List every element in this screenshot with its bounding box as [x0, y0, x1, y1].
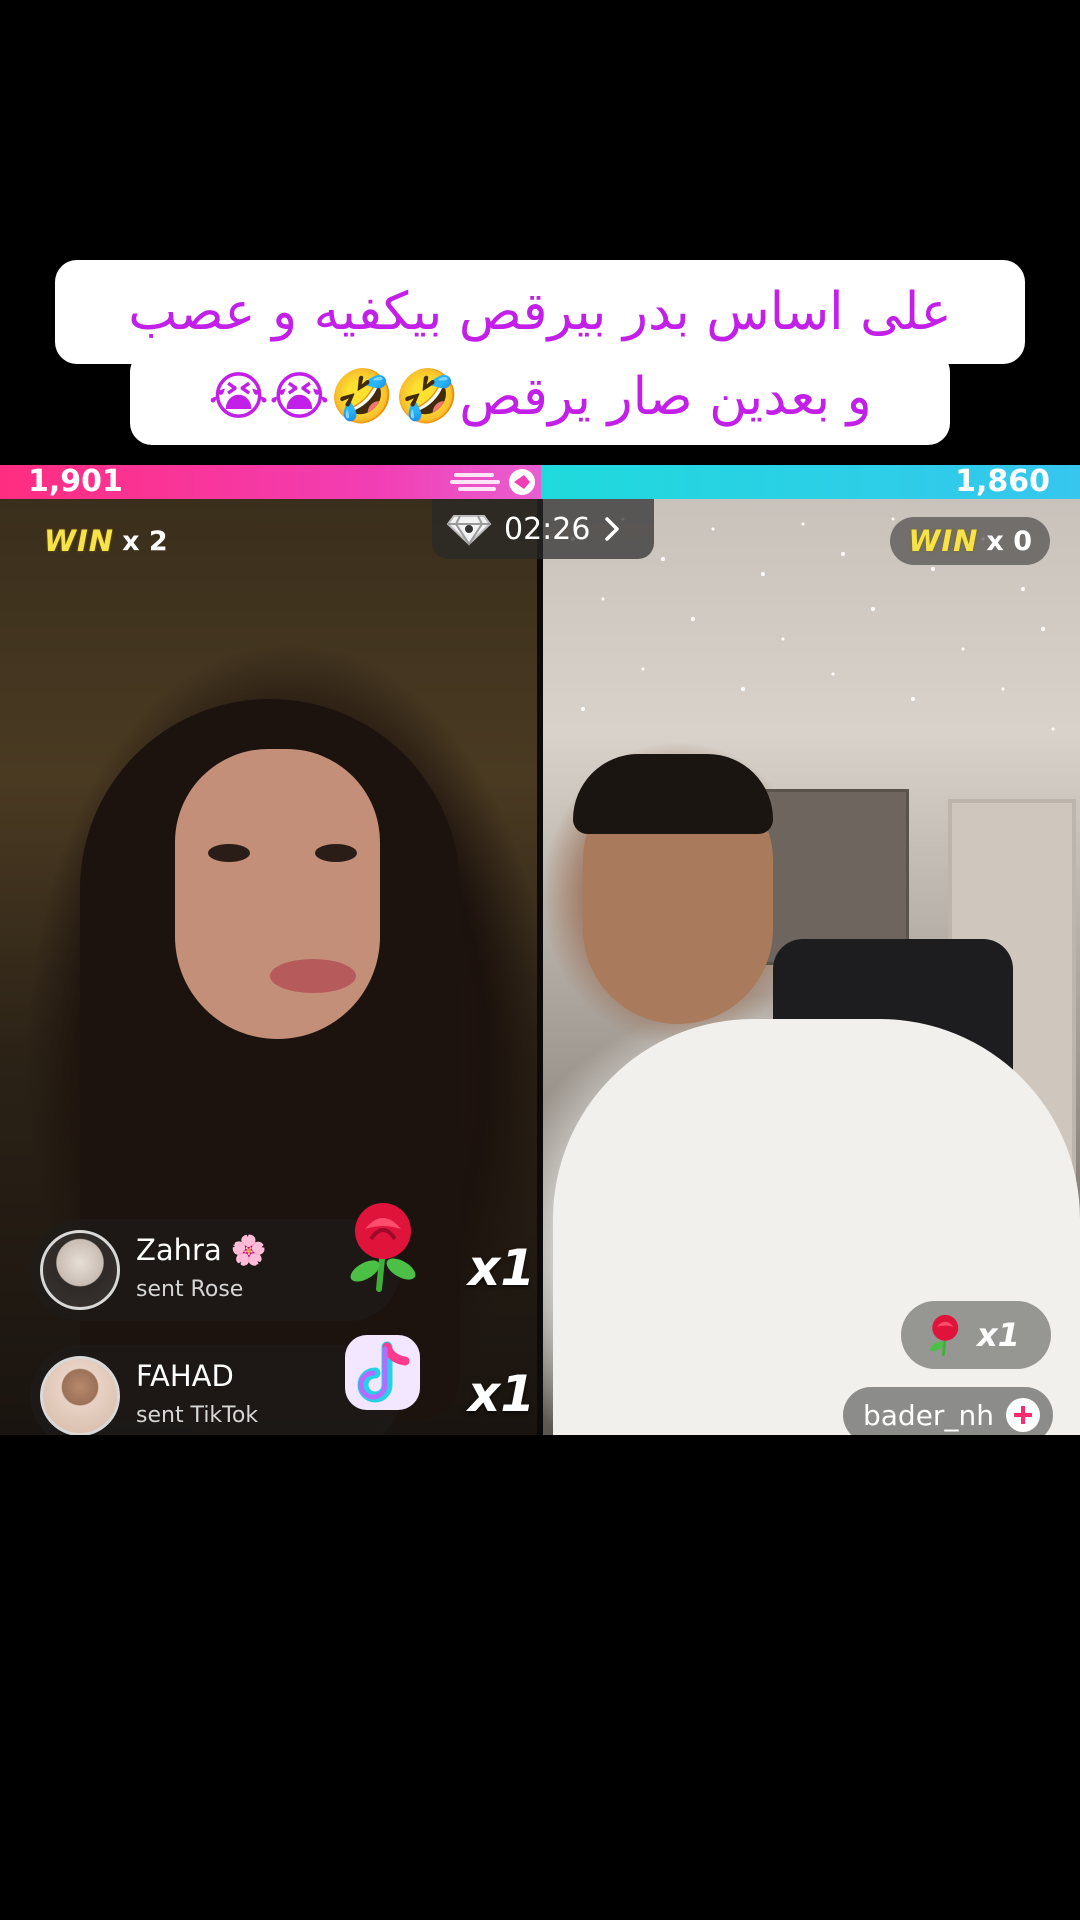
left-host-eye [315, 844, 357, 862]
gift-multiplier: x1 [977, 1316, 1020, 1354]
win-label: WIN [44, 524, 115, 558]
gift-multiplier: x1 [468, 1365, 536, 1423]
gift-sender-name: FAHAD [136, 1359, 234, 1393]
right-gift-badge: x1 [901, 1301, 1051, 1369]
right-host-body [553, 1019, 1080, 1435]
opponent-user-pill[interactable]: bader_nh [843, 1387, 1053, 1435]
caption-line-2: و بعدين صار يرقص🤣🤣😭😭 [130, 350, 950, 445]
left-host-eye [208, 844, 250, 862]
live-battle: 1,901 1,860 WIN x 2 Zahra 🌸 sent Rose x1… [0, 464, 1080, 1435]
left-host-lips [270, 959, 356, 993]
gift-action: sent Rose [136, 1277, 244, 1302]
gift-sender-name: Zahra 🌸 [136, 1233, 268, 1267]
win-label: WIN [908, 524, 979, 558]
avatar [40, 1356, 120, 1435]
right-host-hair [573, 754, 773, 834]
follow-plus-icon[interactable] [1005, 1398, 1040, 1432]
caption-overlay: على اساس بدر بيرقص بيكفيه و عصب و بعدين … [0, 260, 1080, 445]
opponent-username: bader_nh [863, 1398, 994, 1432]
gift-action: sent TikTok [136, 1403, 259, 1428]
right-win-badge: WIN x 0 [890, 517, 1050, 565]
gift-multiplier: x1 [468, 1239, 536, 1297]
battle-score-bar: 1,901 1,860 [0, 464, 1080, 499]
avatar [40, 1230, 120, 1310]
left-host-face [175, 749, 380, 1039]
caption-line-1: على اساس بدر بيرقص بيكفيه و عصب [55, 260, 1025, 364]
diamond-icon [446, 515, 492, 546]
battle-panels: WIN x 2 Zahra 🌸 sent Rose x1 FAHAD sent … [0, 499, 1080, 1435]
tiktok-note-icon [345, 1335, 420, 1410]
rose-icon [930, 1314, 959, 1357]
timer-text: 02:26 [504, 511, 591, 547]
left-score: 1,901 [28, 464, 123, 499]
left-host-video[interactable]: WIN x 2 Zahra 🌸 sent Rose x1 FAHAD sent … [0, 499, 537, 1435]
win-count: x 2 [122, 525, 168, 557]
right-score-bar: 1,860 [541, 464, 1080, 499]
right-score: 1,860 [955, 464, 1050, 499]
battle-streak-icon [450, 469, 535, 495]
battle-timer[interactable]: 02:26 [432, 499, 654, 559]
right-host-video[interactable]: WIN x 0 x1 bader_nh [543, 499, 1080, 1435]
left-win-badge: WIN x 2 [44, 517, 168, 565]
chevron-right-icon [605, 517, 620, 541]
rose-icon [350, 1203, 416, 1292]
win-count: x 0 [986, 525, 1032, 557]
